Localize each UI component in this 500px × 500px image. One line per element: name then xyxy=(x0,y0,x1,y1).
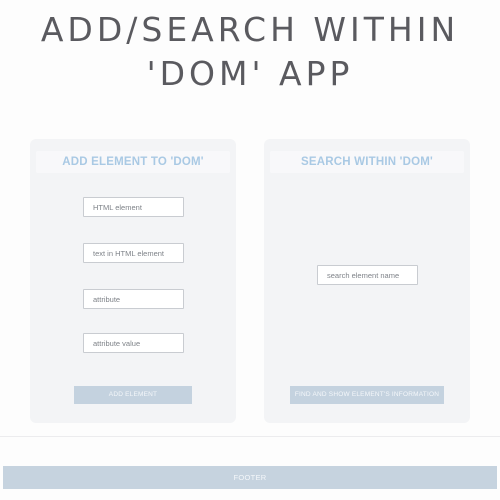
footer: FOOTER xyxy=(3,466,497,489)
app-title-text: ADD/SEARCH WITHIN 'DOM' APP xyxy=(40,10,460,93)
element-text-input[interactable] xyxy=(83,243,184,263)
attribute-input[interactable] xyxy=(83,289,184,309)
find-element-button[interactable]: FIND AND SHOW ELEMENT'S INFORMATION xyxy=(290,386,444,404)
footer-label: FOOTER xyxy=(233,473,267,482)
footer-divider xyxy=(0,436,500,437)
html-element-input[interactable] xyxy=(83,197,184,217)
add-panel-title: ADD ELEMENT TO 'DOM' xyxy=(62,156,204,168)
attribute-value-input[interactable] xyxy=(83,333,184,353)
app-page: ADD/SEARCH WITHIN 'DOM' APP ADD ELEMENT … xyxy=(0,0,500,500)
app-title: ADD/SEARCH WITHIN 'DOM' APP xyxy=(0,8,500,96)
add-element-button[interactable]: ADD ELEMENT xyxy=(74,386,192,404)
search-element-input[interactable] xyxy=(317,265,418,285)
search-panel-title: SEARCH WITHIN 'DOM' xyxy=(301,156,433,168)
search-panel: SEARCH WITHIN 'DOM' FIND AND SHOW ELEMEN… xyxy=(264,139,470,423)
add-element-panel: ADD ELEMENT TO 'DOM' ADD ELEMENT xyxy=(30,139,236,423)
